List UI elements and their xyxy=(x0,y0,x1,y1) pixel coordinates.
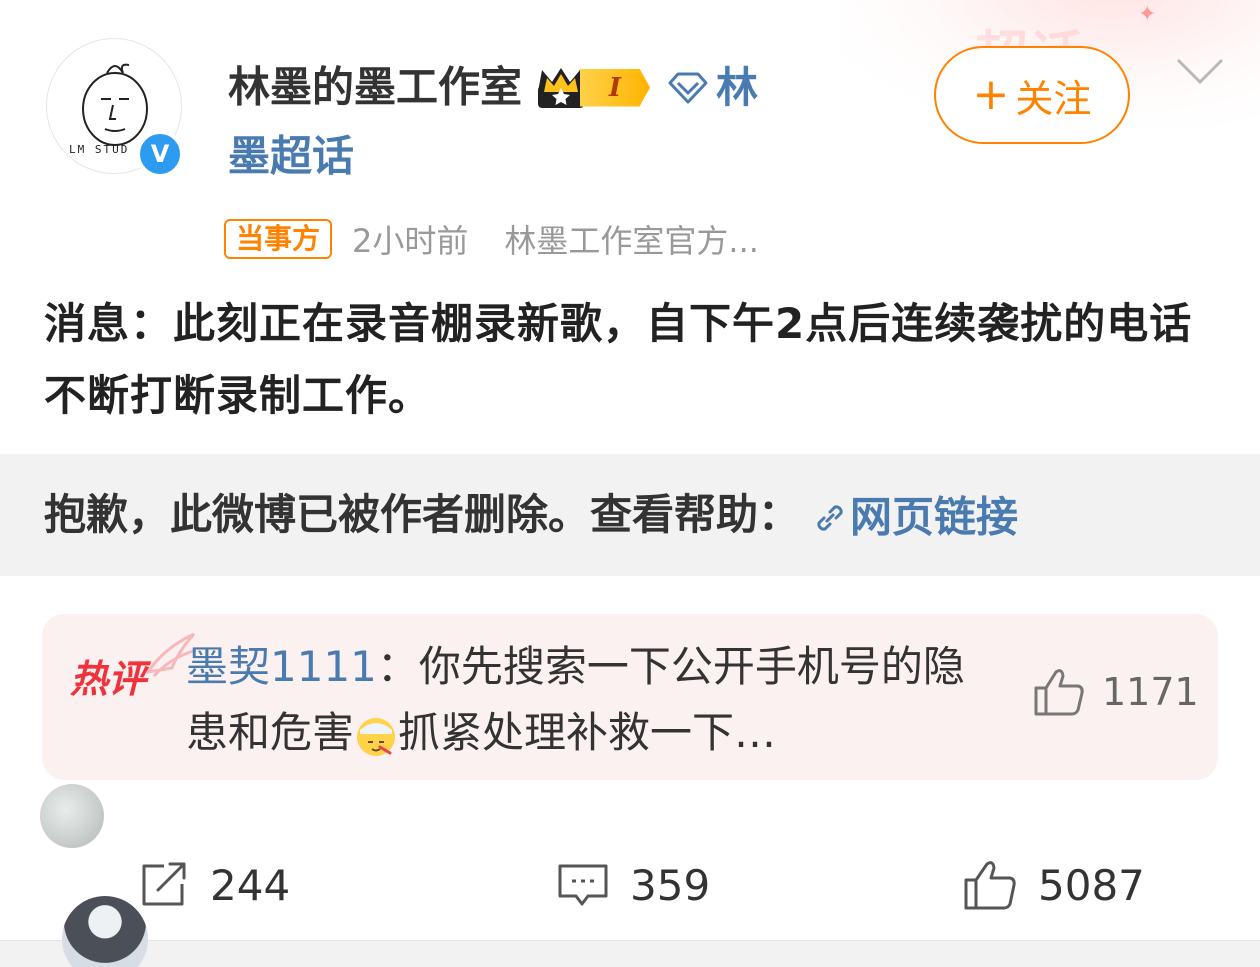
hot-comment-text: 墨契1111：你先搜索一下公开手机号的隐患和危害 抓紧处理补救一下… xyxy=(186,634,986,766)
deleted-notice-line: 抱歉，此微博已被作者删除。查看帮助： 网页链接 xyxy=(44,482,1018,551)
like-button[interactable]: 5087 xyxy=(962,840,1145,930)
plus-icon: + xyxy=(972,69,1010,120)
supertopic-link[interactable]: 林 xyxy=(716,63,758,112)
author-name[interactable]: 林墨的墨工作室 xyxy=(228,63,522,112)
post-meta: 当事方 2小时前 林墨工作室官方... xyxy=(224,218,759,260)
deleted-repost-notice: 抱歉，此微博已被作者删除。查看帮助： 网页链接 xyxy=(0,454,1260,576)
repost-button[interactable]: 244 xyxy=(138,840,290,930)
hot-comment[interactable]: 热评 墨契1111：你先搜索一下公开手机号的隐患和危害 抓紧处理补救一下… 11… xyxy=(42,614,1218,780)
level-badge: I xyxy=(580,68,651,107)
post-source: 林墨工作室官方... xyxy=(504,222,759,260)
comment-like-count: 1171 xyxy=(1102,670,1199,714)
diamond-icon xyxy=(668,72,708,103)
comment-count: 359 xyxy=(630,860,711,910)
hot-comment-badge: 热评 xyxy=(70,632,197,701)
reader-avatar[interactable] xyxy=(40,784,104,848)
hot-comment-badge-label: 热评 xyxy=(70,657,147,701)
comment-separator: ： xyxy=(376,642,419,691)
chevron-down-icon[interactable] xyxy=(1174,54,1226,90)
repost-icon xyxy=(142,862,186,906)
party-badge: 当事方 xyxy=(224,219,333,259)
sick-face-icon xyxy=(357,717,396,756)
feed-divider xyxy=(0,940,1260,967)
thumbs-up-icon xyxy=(1034,669,1084,716)
post-header: LM STUD V 林墨的墨工作室 I 林墨超话 + 关注 当事方 2小时前 林… xyxy=(0,0,1260,280)
supertopic-link-continued[interactable]: 墨超话 xyxy=(228,131,354,180)
verified-icon: V xyxy=(136,130,184,178)
comment-icon xyxy=(558,864,608,906)
comment-like-button[interactable]: 1171 xyxy=(1032,666,1199,718)
avatar-logo-text: LM STUD xyxy=(69,143,129,156)
post-time: 2小时前 xyxy=(352,222,469,260)
post-body[interactable]: 消息：此刻正在录音棚录新歌，自下午2点后连续袭扰的电话不断打断录制工作。 xyxy=(44,288,1224,432)
thumbs-up-icon xyxy=(964,861,1016,910)
repost-count: 244 xyxy=(210,860,291,910)
comment-body-part2: 抓紧处理补救一下… xyxy=(398,708,777,757)
like-count: 5087 xyxy=(1038,860,1145,910)
author-line: 林墨的墨工作室 I 林墨超话 xyxy=(228,52,918,189)
comment-author[interactable]: 墨契1111 xyxy=(186,642,377,691)
crown-icon xyxy=(538,67,585,108)
follow-button[interactable]: + 关注 xyxy=(934,46,1130,144)
action-bar: 244 359 5087 xyxy=(0,840,1260,930)
comment-button[interactable]: 359 xyxy=(556,840,710,930)
follow-button-label: 关注 xyxy=(1015,76,1092,121)
deleted-notice-text: 抱歉，此微博已被作者删除。查看帮助： xyxy=(44,490,801,539)
web-link[interactable]: 网页链接 xyxy=(850,493,1018,542)
link-icon xyxy=(817,504,843,531)
